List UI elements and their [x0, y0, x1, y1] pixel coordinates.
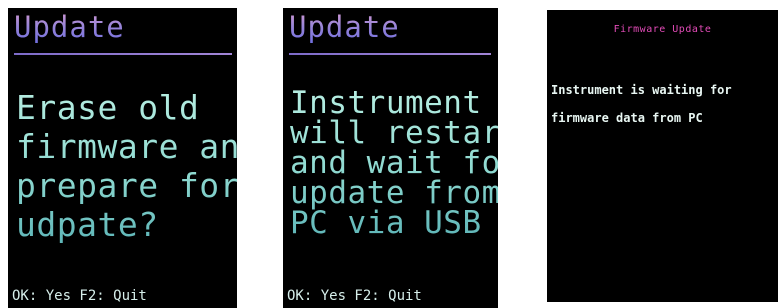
softkey-hint: OK: Yes F2: Quit: [12, 288, 147, 304]
title-divider: [289, 53, 491, 55]
screen-title: Update: [289, 10, 400, 44]
screen-restart-usb: Update Instrument will restart and wait …: [283, 8, 498, 308]
screen-firmware-waiting: Firmware Update Instrument is waiting fo…: [547, 10, 778, 302]
status-message: Instrument is waiting for firmware data …: [551, 76, 732, 132]
screen-erase-firmware: Update Erase old firmware and prepare fo…: [8, 8, 237, 308]
message-line: Erase old: [16, 88, 200, 127]
message-line: will restart: [290, 115, 498, 151]
message-line: udpate?: [16, 205, 159, 244]
message-line: Instrument is waiting for: [551, 83, 732, 97]
update-screens-panel: Update Erase old firmware and prepare fo…: [0, 0, 781, 308]
prompt-message: Erase old firmware and prepare for udpat…: [16, 88, 237, 244]
prompt-message: Instrument will restart and wait for upd…: [290, 88, 498, 238]
message-line: PC via USB: [290, 205, 482, 241]
message-line: update from: [290, 175, 498, 211]
message-line: Instrument: [290, 85, 482, 121]
softkey-hint: OK: Yes F2: Quit: [287, 288, 422, 304]
screen-title: Firmware Update: [613, 24, 712, 35]
message-line: firmware and: [16, 127, 237, 166]
title-divider: [14, 53, 232, 55]
message-line: and wait for: [290, 145, 498, 181]
message-line: prepare for: [16, 166, 237, 205]
screen-title: Update: [14, 10, 125, 44]
message-line: firmware data from PC: [551, 111, 703, 125]
